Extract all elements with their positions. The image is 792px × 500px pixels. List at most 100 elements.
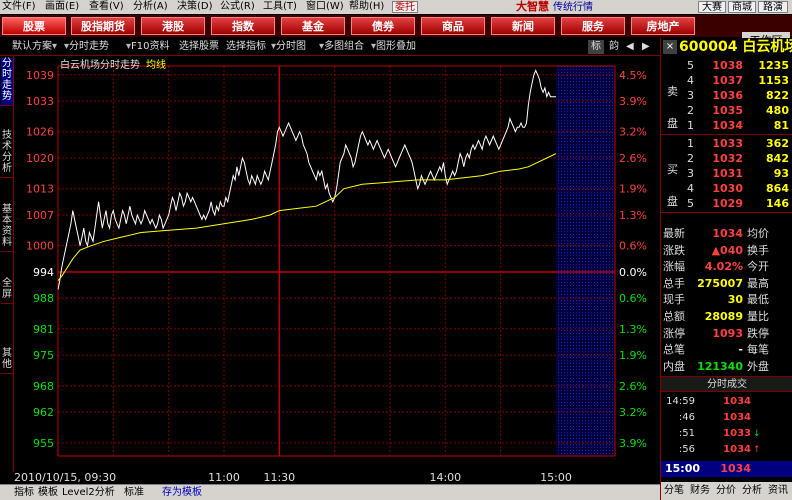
- buy-price: 1033: [712, 137, 743, 150]
- level-number: 5: [687, 197, 694, 210]
- chart-stock-name: 白云机场分时走势: [60, 60, 140, 71]
- level-number: 3: [687, 167, 694, 180]
- tick-price: 1034: [723, 444, 751, 455]
- stat-row: 总手 275007 最高: [661, 276, 792, 292]
- y-tick-pct-label: 2.6%: [619, 152, 647, 165]
- stock-name: 白云机场: [742, 39, 792, 55]
- stat-key: 现手: [663, 293, 685, 307]
- sell-volume: 1235: [758, 59, 789, 72]
- sell-price: 1035: [712, 104, 743, 117]
- buy-price: 1031: [712, 167, 743, 180]
- level-number: 2: [687, 104, 694, 117]
- buy-row[interactable]: 5 1029 146: [661, 196, 792, 211]
- y-tick-pct-label: 4.5%: [619, 69, 647, 82]
- stat-value: 121340: [697, 359, 743, 373]
- tick-arrow-icon: ↓: [753, 429, 761, 439]
- tab-level2[interactable]: Level2分析: [62, 486, 115, 500]
- buy-row[interactable]: 1 1033 362: [661, 136, 792, 151]
- contest-button[interactable]: 大赛: [698, 1, 726, 13]
- tab-analysis[interactable]: 分析: [742, 484, 762, 498]
- tick-row[interactable]: 14:59 1034: [661, 395, 792, 409]
- y-tick-pct-label: 3.9%: [619, 437, 647, 450]
- tab-news-info[interactable]: 资讯: [768, 484, 788, 498]
- stat-key: 总笔: [663, 343, 685, 357]
- buy-volume: 93: [773, 167, 789, 180]
- tick-time: :56: [678, 444, 695, 455]
- buy-volume: 362: [766, 137, 789, 150]
- stat-value: 4.02%: [704, 260, 743, 274]
- buy-volume: 146: [766, 197, 789, 210]
- tick-price: 1033: [723, 428, 751, 439]
- tab-price-dist[interactable]: 分价: [716, 484, 736, 498]
- stock-code-name: 600004 白云机场: [679, 38, 792, 56]
- tick-row[interactable]: :56 1034 ↑: [661, 443, 792, 457]
- sell-volume: 822: [766, 89, 789, 102]
- buy-row[interactable]: 3 1031 93: [661, 166, 792, 181]
- tick-time: :51: [678, 428, 695, 439]
- roadshow-button[interactable]: 路演: [758, 1, 788, 13]
- x-tick-label: 14:00: [429, 471, 461, 484]
- stat-key: 换手: [747, 243, 769, 257]
- buy-price: 1029: [712, 197, 743, 210]
- intraday-chart: 1039 4.5% 1033 3.9% 1026 3.2% 1020 2.6% 1013 1.9%…: [14, 65, 647, 484]
- x-tick-label: 11:30: [263, 471, 295, 484]
- stat-value: -: [738, 343, 743, 357]
- stat-row: 涨幅 4.02% 今开: [661, 259, 792, 275]
- y-tick-label: 988: [33, 292, 54, 305]
- quote-panel: × 600004 白云机场 卖盘 买盘 5 1038 1235 4 1037 1153 3 103…: [660, 38, 792, 500]
- y-tick-label: 1039: [26, 69, 54, 82]
- book-divider: [661, 134, 792, 135]
- stat-key: 每笔: [747, 343, 769, 357]
- tab-templates[interactable]: 模板: [38, 486, 58, 500]
- tick-row[interactable]: :46 1034: [661, 411, 792, 425]
- stat-row: 涨停 1093 跌停: [661, 326, 792, 342]
- y-tick-pct-label: 1.3%: [619, 323, 647, 336]
- sell-row[interactable]: 4 1037 1153: [661, 73, 792, 88]
- y-tick-label: 962: [33, 406, 54, 419]
- stat-key: 涨停: [663, 326, 685, 340]
- stat-key: 内盘: [663, 359, 685, 373]
- y-tick-pct-label: 3.9%: [619, 95, 647, 108]
- stat-key: 外盘: [747, 359, 769, 373]
- avg-line-legend: 均线: [146, 60, 166, 71]
- x-tick-label: 11:00: [208, 471, 240, 484]
- stat-key: 涨跌: [663, 243, 685, 257]
- stats-divider: [661, 212, 792, 213]
- y-tick-label: 1007: [26, 209, 54, 222]
- sell-row[interactable]: 2 1035 480: [661, 103, 792, 118]
- tick-row[interactable]: :51 1033 ↓: [661, 427, 792, 441]
- y-tick-pct-label: 3.2%: [619, 126, 647, 139]
- y-tick-pct-label: 3.2%: [619, 406, 647, 419]
- stat-key: 最新: [663, 227, 685, 240]
- after-hours-region: [556, 66, 614, 456]
- stat-row: 涨跌 ▲040 换手: [661, 243, 792, 259]
- stat-row: 总笔 - 每笔: [661, 342, 792, 358]
- price-line: [57, 69, 556, 290]
- y-tick-label: 1026: [26, 126, 54, 139]
- sell-row[interactable]: 1 1034 81: [661, 118, 792, 133]
- stock-code: 600004: [679, 39, 738, 55]
- stat-key: 涨幅: [663, 260, 685, 274]
- stat-key: 均价: [747, 227, 769, 240]
- buy-price: 1030: [712, 182, 743, 195]
- sell-row[interactable]: 5 1038 1235: [661, 58, 792, 73]
- mall-button[interactable]: 商城: [728, 1, 756, 13]
- level-number: 5: [687, 59, 694, 72]
- y-tick-label: 955: [33, 437, 54, 450]
- buy-row[interactable]: 4 1030 864: [661, 181, 792, 196]
- save-template-button[interactable]: 存为模板: [162, 486, 202, 500]
- last-tick-row[interactable]: 15:00 1034: [661, 461, 792, 477]
- sell-row[interactable]: 3 1036 822: [661, 88, 792, 103]
- ticks-title: 分时成交: [661, 376, 792, 392]
- chart-title: 白云机场分时走势 均线: [60, 56, 166, 71]
- tab-standard[interactable]: 标准: [124, 486, 144, 500]
- x-tick-label: 15:00: [540, 471, 572, 484]
- tab-ticks[interactable]: 分笔: [664, 484, 684, 498]
- stat-value: 275007: [697, 276, 743, 290]
- close-icon[interactable]: ×: [663, 40, 677, 54]
- tab-finance[interactable]: 财务: [690, 484, 710, 498]
- buy-row[interactable]: 2 1032 842: [661, 151, 792, 166]
- tick-arrow-icon: ↑: [753, 445, 761, 455]
- stat-key: 今开: [747, 260, 769, 274]
- tab-indicators[interactable]: 指标: [14, 486, 34, 500]
